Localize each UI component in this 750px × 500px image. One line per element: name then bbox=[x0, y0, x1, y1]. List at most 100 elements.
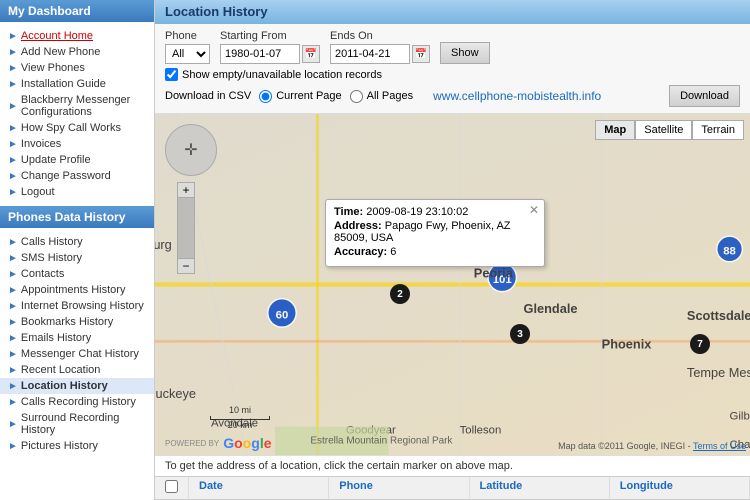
csv-row: Download in CSV Current Page All Pages bbox=[165, 90, 413, 103]
sidebar-item-surround-recording[interactable]: ► Surround Recording History bbox=[0, 410, 154, 438]
sidebar-item-appointments[interactable]: ► Appointments History bbox=[0, 282, 154, 298]
th-latitude[interactable]: Latitude bbox=[470, 477, 610, 499]
main-content: Location History Phone All Starting From… bbox=[155, 0, 750, 500]
popup-time-line: Time: 2009-08-19 23:10:02 bbox=[334, 206, 536, 218]
map-marker-2[interactable]: 2 bbox=[390, 284, 410, 304]
scale-km: 20 km bbox=[228, 420, 253, 430]
sidebar-item-bookmarks[interactable]: ► Bookmarks History bbox=[0, 314, 154, 330]
bullet-icon: ► bbox=[8, 397, 18, 408]
all-pages-radio[interactable] bbox=[350, 90, 363, 103]
bullet-icon: ► bbox=[8, 317, 18, 328]
bullet-icon: ► bbox=[8, 269, 18, 280]
sidebar-item-recent-location[interactable]: ► Recent Location bbox=[0, 362, 154, 378]
bullet-icon: ► bbox=[8, 139, 18, 150]
sidebar-item-spy-call[interactable]: ► How Spy Call Works bbox=[0, 120, 154, 136]
sidebar: My Dashboard ► Account Home ► Add New Ph… bbox=[0, 0, 155, 500]
show-empty-checkbox[interactable] bbox=[165, 68, 178, 81]
bullet-icon: ► bbox=[8, 301, 18, 312]
scale-bar: 10 mi 20 km bbox=[210, 405, 270, 430]
nav-circle: ✛ bbox=[165, 124, 217, 176]
ends-on-input[interactable] bbox=[330, 44, 410, 64]
sidebar-item-add-new-phone[interactable]: ► Add New Phone bbox=[0, 44, 154, 60]
bullet-icon: ► bbox=[8, 333, 18, 344]
download-row: Download in CSV Current Page All Pages w… bbox=[165, 85, 740, 107]
map-type-map-btn[interactable]: Map bbox=[595, 120, 635, 140]
bottom-instruction-bar: To get the address of a location, click … bbox=[155, 455, 750, 476]
starting-from-calendar-icon[interactable]: 📅 bbox=[302, 45, 320, 63]
map-attribution: Map data ©2011 Google, INEGI - Terms of … bbox=[558, 441, 746, 451]
sidebar-item-pictures[interactable]: ► Pictures History bbox=[0, 438, 154, 454]
map-type-terrain-btn[interactable]: Terrain bbox=[692, 120, 744, 140]
map-background: 60 101 88 60 Surprise Peoria Glendale Ph… bbox=[155, 114, 750, 455]
bullet-icon: ► bbox=[8, 237, 18, 248]
phone-field-group: Phone All bbox=[165, 30, 210, 64]
th-checkbox bbox=[155, 477, 189, 499]
zoom-out-button[interactable]: − bbox=[177, 258, 195, 274]
nav-arrows-icon: ✛ bbox=[184, 140, 197, 160]
th-longitude[interactable]: Longitude bbox=[610, 477, 750, 499]
starting-from-group: Starting From 📅 bbox=[220, 30, 320, 64]
sidebar-section-dashboard: My Dashboard bbox=[0, 0, 154, 22]
popup-accuracy-label: Accuracy: bbox=[334, 246, 387, 258]
ends-on-calendar-icon[interactable]: 📅 bbox=[412, 45, 430, 63]
sidebar-section-phones-data: Phones Data History bbox=[0, 206, 154, 228]
th-phone[interactable]: Phone bbox=[329, 477, 469, 499]
starting-from-label: Starting From bbox=[220, 30, 320, 42]
bullet-icon: ► bbox=[8, 123, 18, 134]
sidebar-item-logout[interactable]: ► Logout bbox=[0, 184, 154, 200]
current-page-radio-group: Current Page bbox=[259, 90, 341, 103]
sidebar-item-account-home[interactable]: ► Account Home bbox=[0, 28, 154, 44]
bullet-icon: ► bbox=[8, 187, 18, 198]
starting-from-input[interactable] bbox=[220, 44, 300, 64]
attribution-text: Map data ©2011 Google, INEGI bbox=[558, 441, 685, 451]
popup-time-value: 2009-08-19 23:10:02 bbox=[366, 206, 468, 218]
google-logo: Google bbox=[223, 435, 271, 451]
sidebar-item-emails[interactable]: ► Emails History bbox=[0, 330, 154, 346]
sidebar-item-invoices[interactable]: ► Invoices bbox=[0, 136, 154, 152]
sidebar-item-calls-history[interactable]: ► Calls History bbox=[0, 234, 154, 250]
scale-miles: 10 mi bbox=[229, 405, 251, 415]
sidebar-item-calls-recording[interactable]: ► Calls Recording History bbox=[0, 394, 154, 410]
csv-label: Download in CSV bbox=[165, 90, 251, 102]
controls-bar: Phone All Starting From 📅 Ends On bbox=[155, 24, 750, 114]
current-page-radio[interactable] bbox=[259, 90, 272, 103]
map-container[interactable]: 60 101 88 60 Surprise Peoria Glendale Ph… bbox=[155, 114, 750, 455]
th-date[interactable]: Date bbox=[189, 477, 329, 499]
sidebar-item-browsing[interactable]: ► Internet Browsing History bbox=[0, 298, 154, 314]
sidebar-item-messenger[interactable]: ► Messenger Chat History bbox=[0, 346, 154, 362]
sidebar-item-update-profile[interactable]: ► Update Profile bbox=[0, 152, 154, 168]
select-all-checkbox[interactable] bbox=[165, 480, 178, 493]
bullet-icon: ► bbox=[8, 63, 18, 74]
sidebar-item-contacts[interactable]: ► Contacts bbox=[0, 266, 154, 282]
ends-on-group: Ends On 📅 bbox=[330, 30, 430, 64]
map-marker-7[interactable]: 7 bbox=[690, 334, 710, 354]
controls-row1: Phone All Starting From 📅 Ends On bbox=[165, 30, 740, 64]
ends-on-label: Ends On bbox=[330, 30, 430, 42]
map-type-buttons: Map Satellite Terrain bbox=[595, 120, 744, 140]
popup-address-line: Address: Papago Fwy, Phoenix, AZ 85009, … bbox=[334, 220, 536, 244]
sidebar-item-sms-history[interactable]: ► SMS History bbox=[0, 250, 154, 266]
map-navigation[interactable]: ✛ bbox=[165, 124, 217, 176]
show-empty-label: Show empty/unavailable location records bbox=[182, 69, 382, 81]
bullet-icon: ► bbox=[8, 47, 18, 58]
popup-close-button[interactable]: ✕ bbox=[529, 203, 539, 217]
google-watermark: POWERED BY Google bbox=[165, 435, 272, 451]
sidebar-item-view-phones[interactable]: ► View Phones bbox=[0, 60, 154, 76]
sidebar-item-installation-guide[interactable]: ► Installation Guide bbox=[0, 76, 154, 92]
account-home-link[interactable]: Account Home bbox=[21, 30, 93, 42]
terms-of-use-link[interactable]: Terms of Use bbox=[693, 441, 746, 451]
zoom-in-button[interactable]: + bbox=[177, 182, 195, 198]
controls-row2: Show empty/unavailable location records bbox=[165, 68, 740, 81]
phone-select[interactable]: All bbox=[165, 44, 210, 64]
map-marker-3[interactable]: 3 bbox=[510, 324, 530, 344]
download-button[interactable]: Download bbox=[669, 85, 740, 107]
show-button[interactable]: Show bbox=[440, 42, 490, 64]
map-type-satellite-btn[interactable]: Satellite bbox=[635, 120, 692, 140]
all-pages-label: All Pages bbox=[367, 90, 413, 102]
bullet-icon: ► bbox=[8, 253, 18, 264]
sidebar-item-change-password[interactable]: ► Change Password bbox=[0, 168, 154, 184]
bullet-icon: ► bbox=[8, 285, 18, 296]
sidebar-item-bbm[interactable]: ► Blackberry Messenger Configurations bbox=[0, 92, 154, 120]
sidebar-item-location-history[interactable]: ► Location History bbox=[0, 378, 154, 394]
popup-accuracy-value: 6 bbox=[390, 246, 396, 258]
